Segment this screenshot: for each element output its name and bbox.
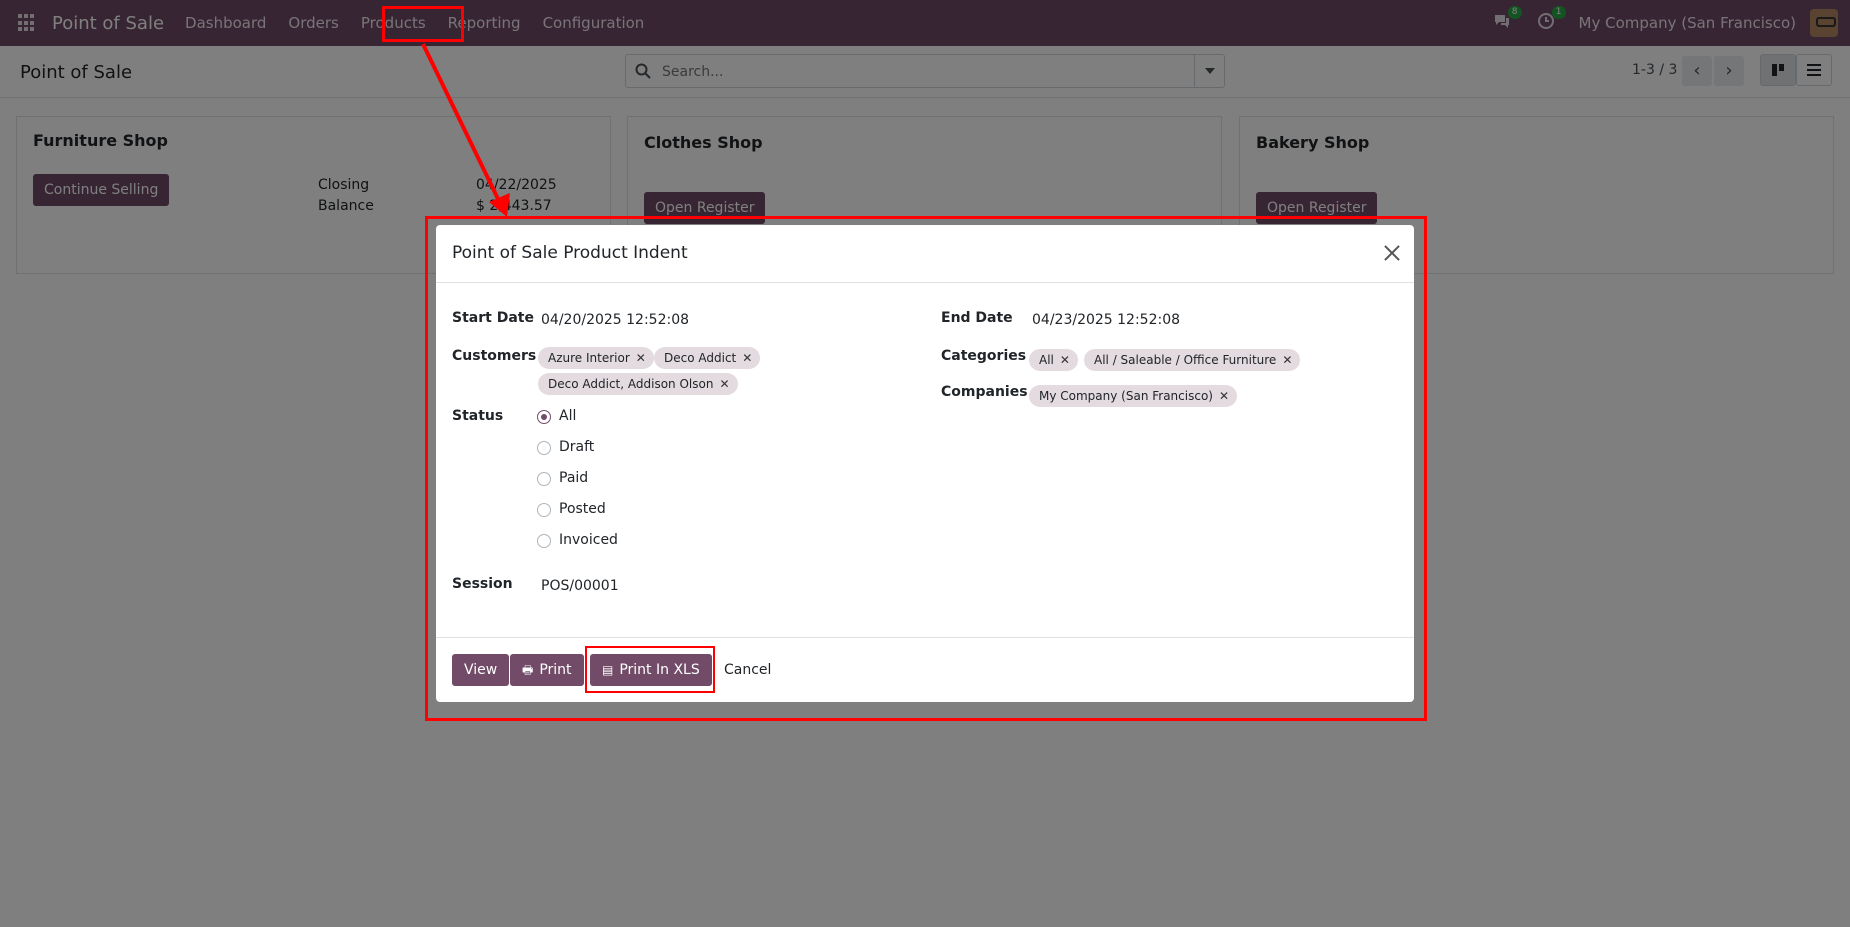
highlight-dialog: [425, 216, 1427, 721]
highlight-print-xls: [585, 646, 715, 693]
highlight-reporting-menu: [382, 6, 464, 42]
